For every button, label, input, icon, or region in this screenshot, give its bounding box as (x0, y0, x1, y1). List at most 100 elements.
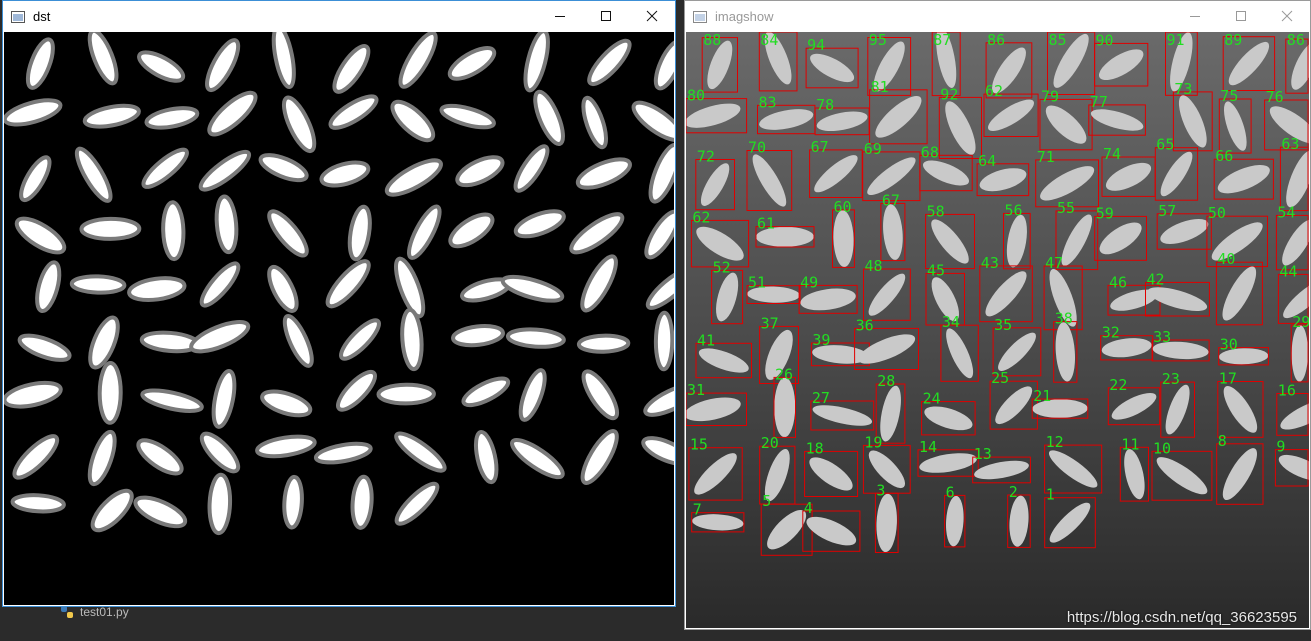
grain-label: 14 (919, 438, 937, 456)
minimize-button[interactable] (537, 1, 583, 31)
binary-grain (336, 369, 377, 412)
binary-grain (350, 474, 374, 530)
grain-label: 35 (994, 316, 1012, 334)
grain-label: 69 (864, 140, 882, 158)
grain-label: 75 (1220, 87, 1238, 105)
binary-grain (189, 320, 251, 354)
minimize-icon (1190, 16, 1200, 17)
maximize-icon (1236, 11, 1246, 21)
grain-label: 51 (748, 274, 766, 292)
grain-label: 86 (987, 32, 1005, 49)
grain-label: 94 (807, 36, 825, 54)
binary-grain (447, 46, 497, 81)
binary-grain (313, 441, 373, 465)
dst-window[interactable]: dst (2, 0, 676, 607)
grain-label: 41 (697, 331, 715, 349)
grain-label: 33 (1153, 328, 1171, 346)
grain-label: 1 (1046, 486, 1055, 504)
close-icon (1281, 10, 1293, 22)
grain-label: 4 (804, 499, 813, 517)
binary-grain (214, 194, 239, 255)
grain-label: 44 (1279, 262, 1297, 280)
rice-image: 88 84 94 95 87 86 85 90 91 89 86 80 83 78 81 92 62 79 77 73… (686, 32, 1309, 628)
grain-label: 61 (757, 215, 775, 233)
grain-label: 87 (933, 32, 951, 49)
binary-grain (643, 382, 674, 417)
grain-label: 92 (940, 85, 958, 103)
grain-label: 26 (775, 365, 793, 383)
binary-grain (575, 157, 632, 190)
close-button[interactable] (1264, 1, 1310, 31)
grain-label: 10 (1153, 439, 1171, 457)
binary-grain (258, 153, 309, 183)
grain-label: 85 (1049, 32, 1067, 49)
binary-grain (451, 324, 505, 348)
grain-label: 67 (811, 138, 829, 156)
grain-label: 37 (761, 314, 779, 332)
grain-label: 40 (1217, 250, 1235, 268)
grain-label: 32 (1102, 324, 1120, 342)
grain-label: 39 (812, 331, 830, 349)
dst-binary-image (4, 32, 674, 605)
binary-grain (653, 310, 674, 372)
dst-titlebar[interactable]: dst (3, 1, 675, 31)
binary-grain (645, 267, 674, 310)
binary-grain (648, 142, 674, 204)
grain-label: 58 (927, 202, 945, 220)
grain-label: 74 (1103, 145, 1121, 163)
grain-label: 36 (856, 316, 874, 334)
maximize-button[interactable] (1218, 1, 1264, 31)
binary-grain (325, 259, 371, 309)
binary-grain (580, 254, 618, 313)
binary-grain (12, 434, 60, 480)
minimize-icon (555, 16, 565, 17)
grain-label: 57 (1158, 202, 1176, 220)
binary-grain (581, 95, 609, 150)
binary-grain (82, 103, 141, 129)
binary-grain (199, 261, 241, 308)
grain-label: 15 (690, 436, 708, 454)
grain-label: 47 (1045, 254, 1063, 272)
grain-label: 70 (748, 139, 766, 157)
binary-grain (513, 209, 566, 239)
binary-grain (384, 158, 443, 197)
grain-label: 73 (1174, 80, 1192, 98)
grain-label: 19 (864, 433, 882, 451)
binary-grain (505, 327, 566, 349)
grain-label: 52 (713, 258, 731, 276)
binary-grain (644, 209, 674, 260)
imagshow-window[interactable]: imagshow 88 84 94 95 87 86 85 90 91 89 86 80 8 (684, 0, 1311, 630)
grain-label: 78 (816, 96, 834, 114)
binary-grain (390, 99, 436, 143)
binary-grain (260, 389, 313, 418)
binary-grain (141, 147, 189, 189)
binary-grain (281, 95, 317, 154)
binary-grain (127, 276, 187, 302)
grain-label: 62 (985, 82, 1003, 100)
grain-label: 50 (1208, 204, 1226, 222)
binary-grain (133, 495, 188, 529)
grain-label: 22 (1109, 376, 1127, 394)
binary-grain (207, 90, 258, 137)
grain-label: 48 (865, 257, 883, 275)
grain-label: 88 (703, 32, 721, 49)
binary-grain (74, 146, 113, 203)
grain-label: 65 (1156, 136, 1174, 154)
watermark: https://blog.csdn.net/qq_36623595 (1066, 609, 1297, 626)
grain-label: 31 (687, 381, 705, 399)
binary-grain (144, 106, 200, 130)
maximize-button[interactable] (583, 1, 629, 31)
minimize-button[interactable] (1172, 1, 1218, 31)
binary-grain (136, 438, 184, 476)
binary-grains (4, 32, 674, 536)
binary-grain (576, 333, 631, 354)
binary-grain (347, 204, 372, 262)
close-button[interactable] (629, 1, 675, 31)
grain-label: 45 (927, 261, 945, 279)
imagshow-window-title: imagshow (715, 8, 774, 24)
imagshow-titlebar[interactable]: imagshow (685, 1, 1310, 31)
grain-label: 84 (760, 32, 778, 49)
binary-grain (282, 474, 304, 530)
binary-grain (161, 200, 186, 262)
grain-label: 6 (946, 483, 955, 501)
